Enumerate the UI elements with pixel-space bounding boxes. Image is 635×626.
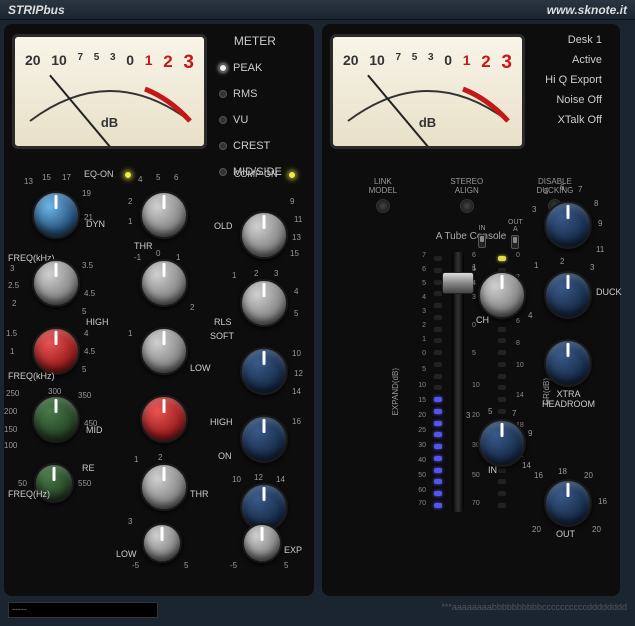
knob-freq1[interactable] (32, 259, 80, 307)
knob-comp3[interactable] (240, 347, 288, 395)
knob-in[interactable] (478, 419, 526, 467)
opt-noise[interactable]: Noise Off (545, 94, 602, 106)
knob-rls[interactable] (240, 279, 288, 327)
url-link[interactable]: www.sknote.it (547, 3, 627, 17)
vu-meter-right: 20 10 7 5 3 0 1 2 3 dB (330, 34, 525, 149)
knob-exp[interactable] (242, 523, 282, 563)
expand-label: EXPAND(dB) (391, 368, 400, 415)
knob-duck-top[interactable] (544, 201, 592, 249)
link-model-btn[interactable]: LINK MODEL (369, 177, 397, 217)
meter-rms[interactable]: RMS (219, 88, 282, 100)
comp-on-label[interactable]: COMP-ON (234, 169, 278, 179)
left-panel: 20 10 7 5 3 0 1 2 3 dB METER PEAK RMS VU… (4, 24, 314, 596)
stereo-align-btn[interactable]: STEREO ALIGN (450, 177, 483, 217)
fader-cap[interactable] (442, 272, 474, 294)
vu-db-label: dB (101, 115, 118, 130)
meter-crest[interactable]: CREST (219, 140, 282, 152)
eq-comp-knobs: EQ-ON COMP-ON DYN 13 15 17 19 21 FREQ(kH… (4, 169, 314, 574)
knob-thr1[interactable] (140, 191, 188, 239)
knob-duck[interactable] (544, 271, 592, 319)
knob-ch[interactable] (478, 271, 526, 319)
meter-vu[interactable]: VU (219, 114, 282, 126)
comp-on-led[interactable] (288, 171, 296, 179)
knob-low2[interactable] (142, 523, 182, 563)
main-fader[interactable] (452, 252, 464, 512)
eq-on-led[interactable] (124, 171, 132, 179)
opt-hiq[interactable]: Hi Q Export (545, 74, 602, 86)
knob-high-on[interactable] (240, 415, 288, 463)
knob-col2-2[interactable] (140, 259, 188, 307)
meter-peak[interactable]: PEAK (219, 62, 282, 74)
opt-xtalk[interactable]: XTalk Off (545, 114, 602, 126)
vu-meter-left: 20 10 7 5 3 0 1 2 3 dB (12, 34, 207, 149)
out-a-switch[interactable]: OUT A (508, 219, 523, 251)
right-panel: 20 10 7 5 3 0 1 2 3 dB Desk 1 Active Hi … (322, 24, 620, 596)
knob-mid-gain[interactable] (32, 395, 80, 443)
knob-dyn[interactable] (32, 191, 80, 239)
in-switch[interactable]: IN (478, 225, 486, 250)
knob-old[interactable] (240, 211, 288, 259)
eq-on-label[interactable]: EQ-ON (84, 169, 114, 179)
footer-debug: ***aaaaaaaabbbbbbbbbbccccccccccdddddddd (441, 602, 627, 620)
knob-thr2[interactable] (140, 463, 188, 511)
opt-active[interactable]: Active (545, 54, 602, 66)
meter-title: METER (219, 34, 282, 48)
knob-low1[interactable] (140, 327, 188, 375)
footer-status: ----- (8, 602, 158, 618)
knob-col2-4[interactable] (140, 395, 188, 443)
knob-high-gain[interactable] (32, 327, 80, 375)
opt-desk[interactable]: Desk 1 (545, 34, 602, 46)
app-title: STRIPbus (8, 3, 65, 17)
knob-out[interactable] (544, 479, 592, 527)
knob-xtra[interactable] (544, 339, 592, 387)
